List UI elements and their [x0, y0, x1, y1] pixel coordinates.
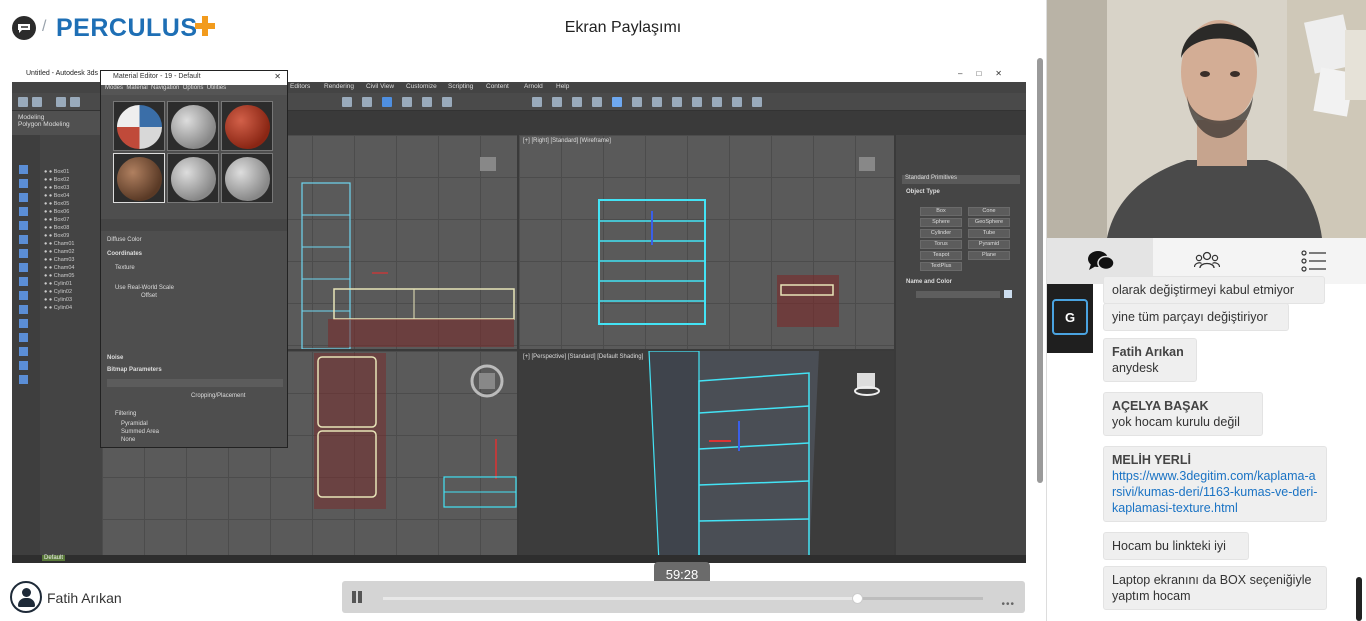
max-menu-item: Customize [406, 83, 437, 90]
max-menu-item: Scripting [448, 83, 474, 90]
name-and-color-header: Name and Color [906, 279, 953, 285]
ribbon-tab: Polygon Modeling [18, 121, 70, 128]
top-bar: / PERCULUS Ekran Paylaşımı [0, 0, 1046, 58]
chat-message: yine tüm parçayı değiştiriyor [1103, 303, 1289, 331]
material-slot-3[interactable] [221, 101, 273, 151]
cmd-teapot-button[interactable]: Teapot [920, 251, 962, 260]
channel-general-button[interactable]: G [1052, 299, 1088, 335]
material-editor-window: Material Editor - 19 - Default ✕ Modes M… [100, 70, 288, 448]
viewport-right[interactable]: [+] [Right] [Standard] [Wireframe] [519, 135, 894, 349]
cmd-tube-button[interactable]: Tube [968, 229, 1010, 238]
chat-message: Fatih Arıkan anydesk [1103, 338, 1197, 382]
shared-screen: Untitled - Autodesk 3ds Max –□✕ Editors … [12, 68, 1026, 563]
more-options-icon[interactable]: ••• [1001, 599, 1015, 610]
cmd-torus-button[interactable]: Torus [920, 240, 962, 249]
seek-progress [383, 597, 857, 600]
cmd-sphere-button[interactable]: Sphere [920, 218, 962, 227]
app-root: / PERCULUS Ekran Paylaşımı Untitled - Au… [0, 0, 1366, 621]
object-name-field[interactable] [916, 291, 1000, 298]
list-icon [1301, 250, 1326, 272]
primitives-dropdown[interactable]: Standard Primitives [902, 175, 1020, 184]
message-text: olarak değiştirmeyi kabul etmiyor [1112, 283, 1295, 297]
chat-message: Laptop ekranını da BOX seçeniğiyle yaptı… [1103, 566, 1327, 610]
seek-track[interactable] [383, 593, 983, 604]
material-editor-menu: Modes Material Navigation Options Utilit… [101, 85, 287, 95]
pause-icon[interactable] [350, 590, 364, 604]
chat-scrollbar[interactable] [1356, 577, 1362, 621]
presenter-name: Fatih Arıkan [47, 590, 122, 606]
side-panel: G olarak değiştirmeyi kabul etmiyor yine… [1046, 0, 1366, 621]
max-menu-item: Editors [290, 83, 311, 90]
seek-handle[interactable] [852, 593, 863, 604]
max-menu-item: Rendering [324, 83, 354, 90]
material-slot-2[interactable] [167, 101, 219, 151]
material-editor-title: Material Editor - 19 - Default ✕ [101, 71, 287, 85]
message-text: Laptop ekranını da BOX seçeniğiyle yaptı… [1112, 573, 1312, 603]
material-slot-5[interactable] [167, 153, 219, 203]
chat-message: Hocam bu linkteki iyi [1103, 532, 1249, 560]
max-ribbon: Modeling Polygon Modeling [12, 111, 102, 135]
playback-bar: ••• [342, 581, 1025, 613]
max-menu-item: Civil View [366, 83, 395, 90]
chat-message: olarak değiştirmeyi kabul etmiyor [1103, 276, 1325, 304]
message-link[interactable]: https://www.3degitim.com/kaplama-arsivi/… [1112, 469, 1317, 515]
message-text: anydesk [1112, 361, 1159, 375]
message-sender: Fatih Arıkan [1112, 345, 1184, 359]
max-status-bar: Default [12, 555, 1026, 563]
message-text: yok hocam kurulu değil [1112, 415, 1240, 429]
webcam-video [1047, 0, 1366, 238]
window-controls: –□✕ [958, 69, 1016, 78]
chat-area: G olarak değiştirmeyi kabul etmiyor yine… [1047, 276, 1366, 621]
chat-message: AÇELYA BAŞAK yok hocam kurulu değil [1103, 392, 1263, 436]
message-text: yine tüm parçayı değiştiriyor [1112, 310, 1268, 324]
message-sender: AÇELYA BAŞAK [1112, 399, 1209, 413]
viewport-perspective[interactable]: [+] [Perspective] [Standard] [Default Sh… [519, 351, 894, 563]
channel-sidebar: G [1047, 284, 1093, 353]
object-color-swatch[interactable] [1004, 290, 1012, 298]
max-left-toolbar [12, 135, 40, 555]
material-slot-6[interactable] [221, 153, 273, 203]
message-sender: MELİH YERLİ [1112, 453, 1191, 467]
scene-explorer: ● ● Box01 ● ● Box02 ● ● Box03 ● ● Box04 … [40, 135, 102, 555]
max-menu-item: Content [486, 83, 509, 90]
material-slot-1[interactable] [113, 101, 165, 151]
cmd-geosphere-button[interactable]: GeoSphere [968, 218, 1010, 227]
ribbon-tab: Modeling [18, 114, 45, 121]
command-panel: Standard Primitives Object Type Box Cone… [896, 135, 1026, 563]
cmd-box-button[interactable]: Box [920, 207, 962, 216]
material-slot-4[interactable] [113, 153, 165, 203]
cmd-textplus-button[interactable]: TextPlus [920, 262, 962, 271]
max-menu-item: Help [556, 83, 570, 90]
object-type-header: Object Type [906, 189, 940, 195]
chat-bubbles-icon [1088, 251, 1115, 271]
chat-message: MELİH YERLİ https://www.3degitim.com/kap… [1103, 446, 1327, 522]
users-icon [1194, 251, 1220, 269]
main-area: / PERCULUS Ekran Paylaşımı Untitled - Au… [0, 0, 1046, 621]
cmd-cone-button[interactable]: Cone [968, 207, 1010, 216]
cmd-pyramid-button[interactable]: Pyramid [968, 240, 1010, 249]
message-text: Hocam bu linkteki iyi [1112, 539, 1226, 553]
max-menu-item: Arnold [524, 83, 543, 90]
presenter-avatar-icon [10, 581, 42, 613]
main-scrollbar[interactable] [1037, 58, 1044, 578]
cmd-cylinder-button[interactable]: Cylinder [920, 229, 962, 238]
cmd-plane-button[interactable]: Plane [968, 251, 1010, 260]
